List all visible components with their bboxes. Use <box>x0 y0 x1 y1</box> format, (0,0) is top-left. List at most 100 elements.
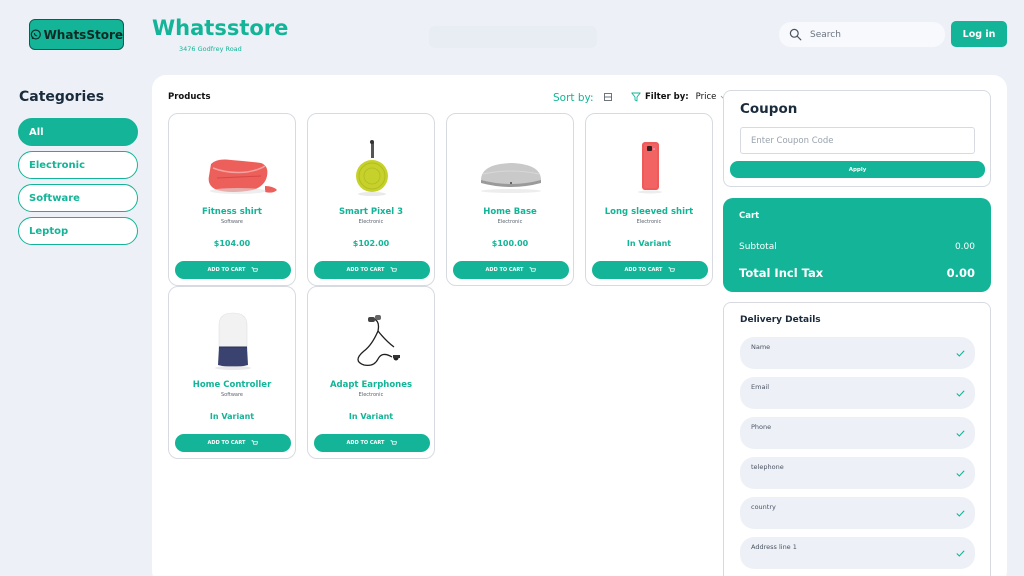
category-electronic-button[interactable]: Electronic <box>18 151 138 179</box>
add-to-cart-label: ADD TO CART <box>346 267 385 273</box>
search-icon <box>789 28 802 41</box>
name-field[interactable]: Name <box>740 337 975 369</box>
product-name[interactable]: Fitness shirt <box>169 207 295 217</box>
header-placeholder-bar <box>429 26 597 48</box>
add-to-cart-button[interactable]: ADD TO CART <box>175 261 291 279</box>
check-icon <box>956 470 965 477</box>
sort-by-label[interactable]: Sort by: <box>553 92 594 104</box>
product-name[interactable]: Smart Pixel 3 <box>308 207 434 217</box>
cart-icon <box>390 440 398 445</box>
products-title: Products <box>168 92 211 102</box>
check-icon <box>956 350 965 357</box>
filter-value: Price <box>695 92 717 102</box>
login-button[interactable]: Log in <box>951 21 1007 47</box>
product-price: $104.00 <box>213 239 251 248</box>
logo[interactable]: WhatsStore <box>29 19 124 50</box>
add-to-cart-label: ADD TO CART <box>207 267 246 273</box>
coupon-title: Coupon <box>740 101 798 117</box>
phone-field[interactable]: Phone <box>740 417 975 449</box>
product-name[interactable]: Adapt Earphones <box>308 380 434 390</box>
filter-by-label: Filter by: <box>645 92 689 102</box>
brand-address: 3476 Godfrey Road <box>179 45 242 53</box>
cart-icon <box>390 267 398 272</box>
shoe-icon <box>208 159 277 194</box>
address-line-1-field[interactable]: Address line 1 <box>740 537 975 569</box>
home-controller-icon <box>215 312 251 370</box>
country-field[interactable]: country <box>740 497 975 529</box>
filter-icon <box>631 92 641 102</box>
product-name[interactable]: Long sleeved shirt <box>586 207 712 217</box>
product-price: In Variant <box>626 239 672 248</box>
category-all-button[interactable]: All <box>18 118 138 146</box>
cart-title: Cart <box>739 211 760 221</box>
delivery-title: Delivery Details <box>740 315 821 325</box>
field-label: Phone <box>751 423 772 431</box>
product-card[interactable]: Home Base Electronic $100.00 ADD TO CART <box>446 113 574 286</box>
category-software-button[interactable]: Software <box>18 184 138 212</box>
product-name[interactable]: Home Controller <box>169 380 295 390</box>
field-label: Email <box>751 383 770 391</box>
product-card[interactable]: Long sleeved shirt Electronic In Variant… <box>585 113 713 286</box>
filter-control[interactable]: Filter by: Price <box>631 92 726 102</box>
check-icon <box>956 430 965 437</box>
apply-coupon-button[interactable]: Apply <box>730 161 985 178</box>
check-icon <box>956 510 965 517</box>
category-leptop-button[interactable]: Leptop <box>18 217 138 245</box>
cart-icon <box>529 267 537 272</box>
product-category: Electronic <box>358 219 384 225</box>
add-to-cart-label: ADD TO CART <box>346 440 385 446</box>
search-input[interactable] <box>810 29 930 40</box>
field-label: Name <box>751 343 771 351</box>
coupon-code-input[interactable] <box>740 127 975 154</box>
coupon-card: Coupon Apply <box>723 90 991 187</box>
cart-icon <box>668 267 676 272</box>
delivery-details-card: Delivery Details Name Email Phone teleph… <box>723 302 991 576</box>
cart-summary: Cart Subtotal 0.00 Total Incl Tax 0.00 <box>723 198 991 292</box>
add-to-cart-label: ADD TO CART <box>485 267 524 273</box>
product-card[interactable]: Home Controller Software In Variant ADD … <box>168 286 296 459</box>
categories-title: Categories <box>19 89 105 105</box>
product-price: $100.00 <box>491 239 529 248</box>
subtotal-row: Subtotal 0.00 <box>739 242 975 252</box>
product-card[interactable]: Fitness shirt Software $104.00 ADD TO CA… <box>168 113 296 286</box>
whatsapp-icon <box>30 29 41 40</box>
product-category: Electronic <box>636 219 662 225</box>
total-row: Total Incl Tax 0.00 <box>739 266 975 280</box>
check-icon <box>956 390 965 397</box>
logo-text: WhatsStore <box>43 27 123 42</box>
earphones-icon <box>357 315 400 367</box>
product-card[interactable]: Smart Pixel 3 Electronic $102.00 ADD TO … <box>307 113 435 286</box>
total-label: Total Incl Tax <box>739 266 824 280</box>
cart-icon <box>251 440 259 445</box>
field-label: telephone <box>751 463 784 471</box>
product-category: Software <box>220 392 244 398</box>
home-base-icon <box>481 163 541 193</box>
product-category: Electronic <box>497 219 523 225</box>
product-name[interactable]: Home Base <box>447 207 573 217</box>
subtotal-value: 0.00 <box>954 242 975 252</box>
email-field[interactable]: Email <box>740 377 975 409</box>
telephone-field[interactable]: telephone <box>740 457 975 489</box>
field-label: Address line 1 <box>751 543 797 551</box>
product-card[interactable]: Adapt Earphones Electronic In Variant AD… <box>307 286 435 459</box>
add-to-cart-button[interactable]: ADD TO CART <box>175 434 291 452</box>
subtotal-label: Subtotal <box>739 242 777 252</box>
field-label: country <box>751 503 776 511</box>
check-icon <box>956 550 965 557</box>
product-category: Electronic <box>358 392 384 398</box>
brand-title: Whatsstore <box>152 16 289 40</box>
sort-icon[interactable] <box>604 93 612 101</box>
add-to-cart-button[interactable]: ADD TO CART <box>592 261 708 279</box>
add-to-cart-button[interactable]: ADD TO CART <box>314 261 430 279</box>
product-category: Software <box>220 219 244 225</box>
product-price: In Variant <box>209 412 255 421</box>
product-price: In Variant <box>348 412 394 421</box>
phone-icon <box>638 142 662 194</box>
add-to-cart-button[interactable]: ADD TO CART <box>453 261 569 279</box>
add-to-cart-button[interactable]: ADD TO CART <box>314 434 430 452</box>
add-to-cart-label: ADD TO CART <box>207 440 246 446</box>
search-box[interactable] <box>779 22 945 47</box>
add-to-cart-label: ADD TO CART <box>624 267 663 273</box>
total-value: 0.00 <box>946 266 975 280</box>
product-price: $102.00 <box>352 239 390 248</box>
